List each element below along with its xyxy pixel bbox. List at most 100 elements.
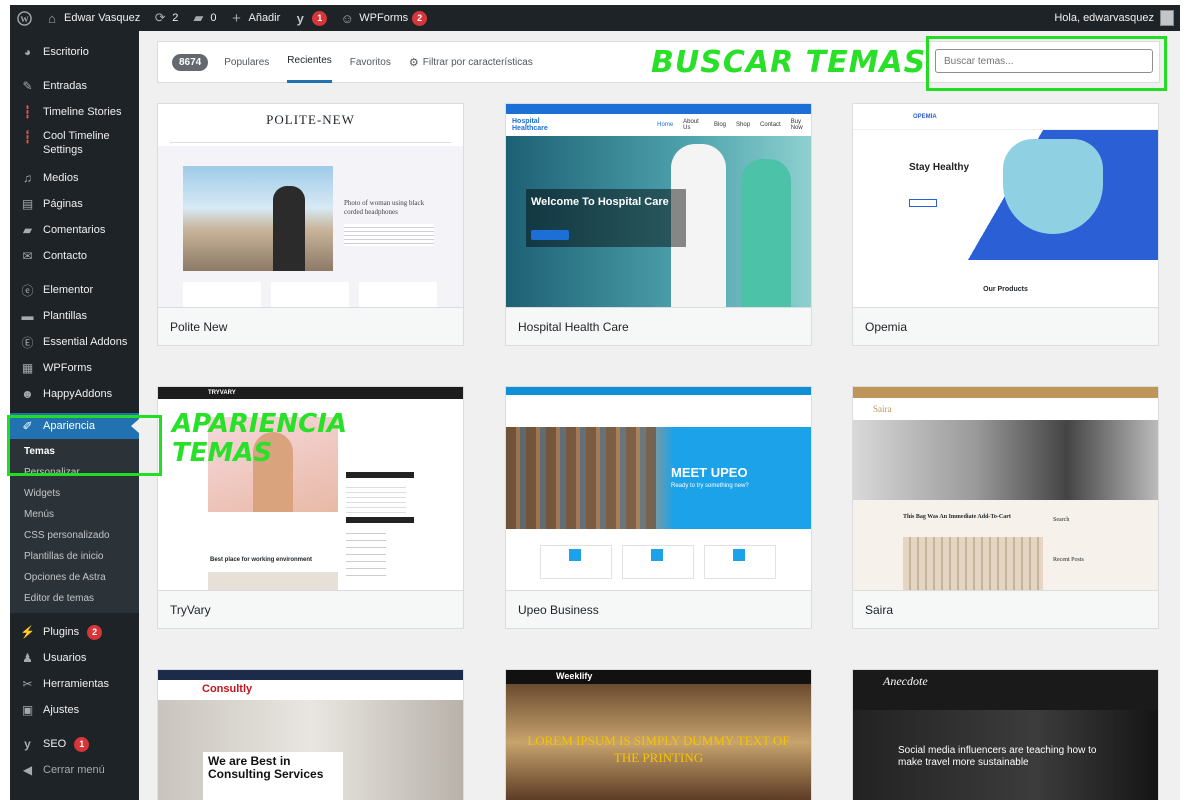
feature-filter-label: Filtrar por características (422, 56, 533, 68)
collapse-menu-button[interactable]: ◀ Cerrar menú (10, 757, 139, 783)
sidebar-item-label: Herramientas (43, 678, 110, 690)
theme-screenshot: MEET UPEO Ready to try something new? (506, 387, 811, 590)
site-name-link[interactable]: ⌂ Edwar Vasquez (38, 5, 146, 31)
shot-brand: Weeklify (556, 671, 593, 681)
sidebar-item-timeline-stories[interactable]: ┇ Timeline Stories (10, 99, 139, 125)
theme-card-weeklify[interactable]: Weeklify LOREM IPSUM IS SIMPLY DUMMY TEX… (505, 669, 812, 800)
submenu-opciones-de-astra[interactable]: Opciones de Astra (10, 567, 139, 588)
wpforms-button[interactable]: ☺ WPForms 2 (333, 5, 433, 31)
sidebar-item-happyaddons[interactable]: ☻ HappyAddons (10, 381, 139, 407)
plus-icon: + (232, 9, 241, 27)
shot-nav: Buy Now (790, 119, 803, 131)
collapse-icon: ◀ (22, 763, 33, 777)
sidebar-item-usuarios[interactable]: ♟ Usuarios (10, 645, 139, 671)
sidebar-item-medios[interactable]: ♫ Medios (10, 165, 139, 191)
shot-brand: Hospital Healthcare (512, 118, 548, 132)
theme-name: TryVary (158, 590, 463, 628)
submenu-widgets[interactable]: Widgets (10, 483, 139, 504)
theme-card-polite-new[interactable]: POLITE-NEW Photo of woman using black co… (157, 103, 464, 346)
sidebar-item-essential-addons[interactable]: Ⓔ Essential Addons (10, 329, 139, 355)
wordpress-icon: W (16, 10, 32, 26)
avatar[interactable] (1160, 10, 1174, 26)
sidebar-item-contacto[interactable]: ✉ Contacto (10, 243, 139, 269)
sidebar-item-plantillas[interactable]: ▬ Plantillas (10, 303, 139, 329)
shot-nav: Shop (736, 122, 751, 128)
sidebar-item-seo[interactable]: y SEO 1 (10, 731, 139, 757)
shot-title: We are Best in Consulting Services (208, 754, 324, 781)
sidebar-item-comentarios[interactable]: ▰ Comentarios (10, 217, 139, 243)
elementor-icon: ⓔ (21, 283, 34, 298)
wordpress-logo-button[interactable]: W (10, 5, 38, 31)
tab-recientes[interactable]: Recientes (287, 41, 332, 83)
theme-card-hospital-health-care[interactable]: Hospital Healthcare Home About Us Blog Shop… (505, 103, 812, 346)
forms-icon: ▦ (21, 361, 34, 375)
wpforms-icon: ☺ (340, 10, 354, 26)
sidebar-item-label: Páginas (43, 198, 83, 210)
shot-brand: OPEMIA (853, 104, 1158, 130)
sidebar-item-label: HappyAddons (43, 388, 113, 400)
sidebar-item-label: Essential Addons (43, 336, 128, 348)
shot-nav: Blog (714, 122, 727, 128)
updates-link[interactable]: ⟳ 2 (146, 5, 184, 31)
dashboard-icon: ◕ (23, 45, 32, 59)
yoast-seo-button[interactable]: y 1 (286, 5, 333, 31)
sidebar-item-label: Elementor (43, 284, 94, 296)
new-content-button[interactable]: + Añadir (222, 5, 286, 31)
shot-brand: TRYVARY (158, 387, 463, 399)
theme-screenshot: Consultly We are Best in Consulting Serv… (158, 670, 463, 800)
shot-text: Photo of woman using black corded headph… (344, 199, 425, 216)
sidebar-item-label: Entradas (43, 80, 88, 92)
theme-card-opemia[interactable]: OPEMIA Stay Healthy Our Products Opemia (852, 103, 1159, 346)
submenu-editor-de-temas[interactable]: Editor de temas (10, 588, 139, 609)
media-icon: ♫ (23, 171, 32, 185)
submenu-plantillas-de-inicio[interactable]: Plantillas de inicio (10, 546, 139, 567)
comments-icon: ▰ (22, 223, 33, 237)
tab-favoritos[interactable]: Favoritos (350, 41, 391, 83)
annotation-line: TEMAS (172, 438, 273, 468)
theme-card-anecdote[interactable]: Anecdote Social media influencers are te… (852, 669, 1159, 800)
theme-card-saira[interactable]: Saira This Bag Was An Immediate Add-To-C… (852, 386, 1159, 629)
greeting-link[interactable]: Hola, edwarvasquez (1054, 12, 1154, 24)
sidebar-item-wpforms[interactable]: ▦ WPForms (10, 355, 139, 381)
sidebar-item-label: Comentarios (43, 224, 106, 236)
shot-title: Stay Healthy (909, 162, 970, 173)
theme-name: Opemia (853, 307, 1158, 345)
sidebar-item-escritorio[interactable]: ◕ Escritorio (10, 39, 139, 65)
wrench-icon: ✂ (22, 677, 33, 691)
theme-screenshot: Hospital Healthcare Home About Us Blog Shop… (506, 104, 811, 307)
shot-brand: Consultly (202, 683, 253, 695)
shot-sidebar-label: Recent Posts (1053, 557, 1084, 563)
comment-bubble-icon: ▰ (193, 10, 204, 25)
home-icon: ⌂ (48, 10, 56, 26)
sidebar-item-plugins[interactable]: ⚡ Plugins 2 (10, 619, 139, 645)
theme-card-consultly[interactable]: Consultly We are Best in Consulting Serv… (157, 669, 464, 800)
tab-populares[interactable]: Populares (224, 41, 269, 83)
submenu-menus[interactable]: Menús (10, 504, 139, 525)
shot-subtitle: Our Products (983, 286, 1028, 293)
sidebar-item-cool-timeline-settings[interactable]: ┇ Cool Timeline Settings (10, 125, 139, 165)
search-themes-input[interactable] (935, 49, 1153, 73)
submenu-css-personalizado[interactable]: CSS personalizado (10, 525, 139, 546)
sidebar-item-label: Plantillas (43, 310, 88, 322)
shot-brand: Anecdote (883, 674, 928, 688)
shot-title: POLITE-NEW (266, 112, 355, 127)
theme-name: Saira (853, 590, 1158, 628)
theme-name: Upeo Business (506, 590, 811, 628)
refresh-icon: ⟳ (154, 10, 166, 25)
theme-card-upeo-business[interactable]: MEET UPEO Ready to try something new? Up… (505, 386, 812, 629)
sidebar-item-paginas[interactable]: ▤ Páginas (10, 191, 139, 217)
sidebar-item-entradas[interactable]: ✎ Entradas (10, 73, 139, 99)
sidebar-item-herramientas[interactable]: ✂ Herramientas (10, 671, 139, 697)
happy-icon: ☻ (21, 387, 34, 401)
sidebar-item-label: Medios (43, 172, 79, 184)
sidebar-item-label: Usuarios (43, 652, 87, 664)
feature-filter-button[interactable]: ⚙ Filtrar por características (409, 41, 533, 83)
pages-icon: ▤ (21, 197, 34, 211)
comments-link[interactable]: ▰ 0 (184, 5, 222, 31)
shot-title: Best place for working environment (210, 557, 313, 563)
sidebar-item-elementor[interactable]: ⓔ Elementor (10, 277, 139, 303)
shot-title: Welcome To Hospital Care (531, 196, 669, 208)
buscar-temas-annotation: BUSCAR TEMAS (651, 45, 927, 80)
sidebar-item-ajustes[interactable]: ▣ Ajustes (10, 697, 139, 723)
sidebar-item-label: WPForms (43, 362, 92, 374)
